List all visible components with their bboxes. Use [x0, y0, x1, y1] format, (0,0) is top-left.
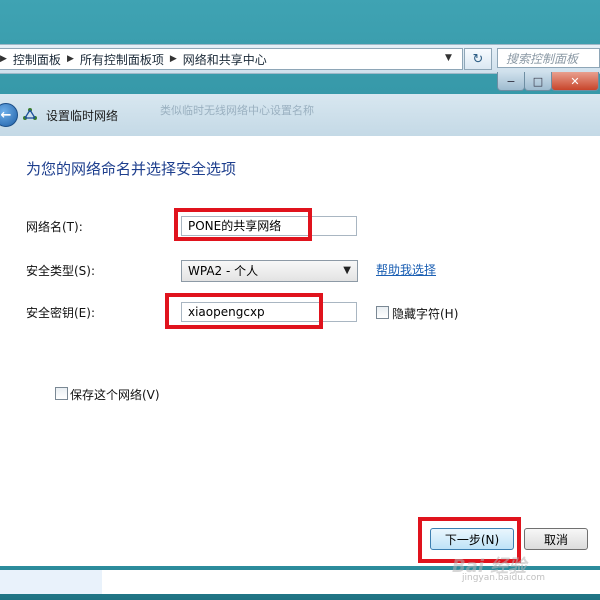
chevron-down-icon: ▼ [343, 265, 351, 276]
page-heading: 为您的网络命名并选择安全选项 [26, 160, 237, 178]
search-input[interactable]: 搜索控制面板 [497, 48, 600, 68]
highlight-network-name [174, 208, 312, 241]
maximize-icon: □ [532, 74, 544, 88]
breadcrumb-separator-icon[interactable]: ▶ [170, 54, 177, 64]
hide-characters-label: 隐藏字符(H) [392, 307, 459, 321]
wizard-title: 设置临时网络 [46, 109, 119, 123]
breadcrumb-separator-icon[interactable]: ▶ [67, 54, 74, 64]
address-field[interactable]: ▶ 控制面板 ▶ 所有控制面板项 ▶ 网络和共享中心 ▼ [0, 48, 463, 70]
highlight-security-key [165, 293, 323, 329]
wizard-header: ← 设置临时网络 类似临时无线网络中心设置名称 [0, 94, 600, 137]
help-me-choose-link[interactable]: 帮助我选择 [376, 261, 436, 278]
status-strip-left [0, 570, 102, 594]
refresh-icon: ↻ [472, 51, 484, 67]
wizard-content: 为您的网络命名并选择安全选项 网络名(T): PONE的共享网络 安全类型(S)… [0, 136, 600, 566]
breadcrumb-separator-icon[interactable]: ▶ [0, 54, 7, 64]
maximize-button[interactable]: □ [524, 72, 552, 91]
security-type-select[interactable]: WPA2 - 个人 ▼ [181, 260, 358, 282]
security-type-value: WPA2 - 个人 [188, 264, 259, 278]
background-ghost-text: 类似临时无线网络中心设置名称 [160, 104, 314, 117]
hide-characters-checkbox[interactable] [376, 306, 389, 319]
cancel-button[interactable]: 取消 [524, 528, 588, 550]
window-controls: − □ ✕ [497, 72, 600, 94]
minimize-icon: − [506, 74, 516, 88]
close-icon: ✕ [570, 74, 580, 88]
breadcrumb-all-items[interactable]: 所有控制面板项 [80, 51, 164, 68]
explorer-address-bar: ▶ 控制面板 ▶ 所有控制面板项 ▶ 网络和共享中心 ▼ ↻ 搜索控制面板 [0, 44, 600, 74]
baidu-watermark-url: jingyan.baidu.com [462, 573, 546, 583]
refresh-button[interactable]: ↻ [464, 48, 492, 70]
address-dropdown-icon[interactable]: ▼ [445, 53, 452, 63]
security-type-label: 安全类型(S): [26, 264, 96, 278]
breadcrumb-control-panel[interactable]: 控制面板 [13, 51, 61, 68]
security-key-label: 安全密钥(E): [26, 306, 95, 320]
save-network-label: 保存这个网络(V) [70, 388, 160, 402]
network-icon [22, 106, 38, 122]
network-name-label: 网络名(T): [26, 220, 83, 234]
back-button[interactable]: ← [0, 103, 18, 127]
minimize-button[interactable]: − [497, 72, 525, 91]
back-arrow-icon: ← [0, 107, 12, 123]
close-button[interactable]: ✕ [551, 72, 599, 91]
save-network-checkbox[interactable] [55, 387, 68, 400]
breadcrumb-network-center[interactable]: 网络和共享中心 [183, 51, 267, 68]
